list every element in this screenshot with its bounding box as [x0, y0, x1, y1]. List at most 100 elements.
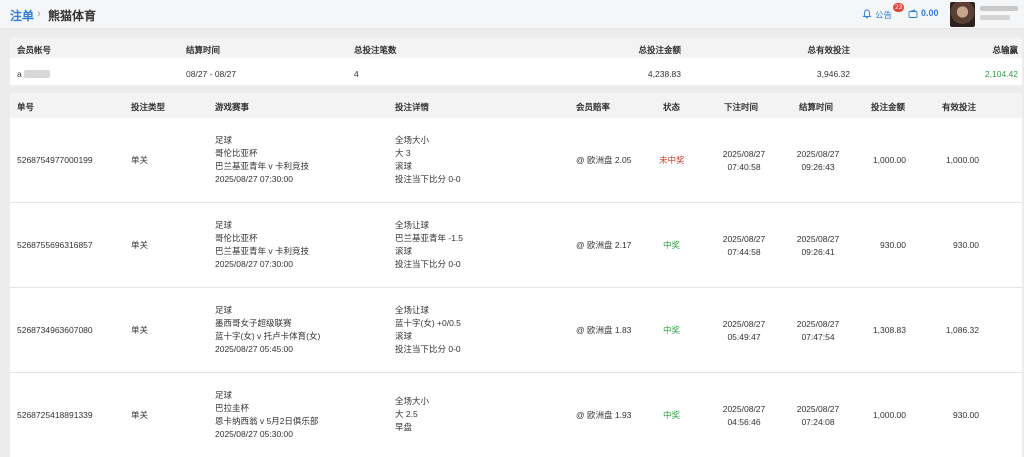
odds: @ 欧洲盘 1.83: [576, 325, 632, 335]
table-row[interactable]: 5268755696316857 单关 足球 哥伦比亚杯 巴兰基亚青年 v 卡利…: [10, 203, 1022, 288]
order-id: 5268754977000199: [17, 155, 93, 165]
summary-panel: 会员帐号 结算时间 总投注笔数 总投注金额 总有效投注 总输赢 a 08/27 …: [10, 38, 1022, 85]
detail-market: 全场让球: [395, 220, 430, 230]
account-redacted: [23, 70, 50, 78]
bet-detail: 全场大小 大 2.5 早盘: [395, 395, 429, 434]
detail-phase: 滚球: [395, 161, 413, 171]
summary-header-bet-count: 总投注笔数: [354, 45, 397, 55]
bet-clock: 05:49:47: [727, 332, 761, 342]
valid-amount: 930.00: [953, 410, 979, 420]
summary-header-settle-time: 结算时间: [186, 45, 221, 55]
event-match: 恩卡纳西翁 v 5月2日俱乐部: [215, 416, 319, 426]
detail-phase: 滚球: [395, 331, 413, 341]
bet-type: 单关: [131, 240, 149, 250]
settle-clock: 07:24:08: [801, 417, 835, 427]
top-bar: 注单 › 熊猫体育 公告 23 0.00: [0, 0, 1024, 29]
event-sport: 足球: [215, 220, 233, 230]
bet-date: 2025/08/27: [722, 149, 766, 159]
page-title: 熊猫体育: [48, 9, 97, 23]
settle-clock: 09:26:41: [801, 247, 835, 257]
event-start: 2025/08/27 05:30:00: [215, 429, 293, 439]
event-sport: 足球: [215, 135, 233, 145]
table-row[interactable]: 5268725418891339 单关 足球 巴拉圭杯 恩卡纳西翁 v 5月2日…: [10, 373, 1022, 457]
bet-detail: 全场大小 大 3 滚球 投注当下比分 0-0: [395, 134, 461, 186]
bet-clock: 07:40:58: [727, 162, 761, 172]
order-id: 5268755696316857: [17, 240, 93, 250]
event-league: 哥伦比亚杯: [215, 233, 258, 243]
bet-amount: 1,000.00: [872, 410, 906, 420]
col-valid: 有效投注: [942, 102, 977, 112]
summary-header-total-win: 总输赢: [992, 45, 1018, 55]
summary-account: a: [17, 69, 50, 79]
detail-score: 投注当下比分 0-0: [395, 174, 461, 184]
event-start: 2025/08/27 05:45:00: [215, 344, 293, 354]
detail-score: 投注当下比分 0-0: [395, 344, 461, 354]
summary-bet-count: 4: [354, 69, 359, 79]
settle-date: 2025/08/27: [796, 404, 840, 414]
odds: @ 欧洲盘 2.17: [576, 240, 632, 250]
summary-data-row: a 08/27 - 08/27 4 4,238.83 3,946.32 2,10…: [10, 63, 1022, 83]
bet-date: 2025/08/27: [722, 319, 766, 329]
table-row[interactable]: 5268754977000199 单关 足球 哥伦比亚杯 巴兰基亚青年 v 卡利…: [10, 118, 1022, 203]
odds: @ 欧洲盘 2.05: [576, 155, 632, 165]
summary-total-valid: 3,946.32: [816, 69, 850, 79]
detail-market: 全场大小: [395, 135, 430, 145]
bet-amount: 1,308.83: [872, 325, 906, 335]
detail-selection: 巴兰基亚青年 -1.5: [395, 233, 464, 243]
breadcrumb-bets-link[interactable]: 注单: [10, 7, 34, 24]
event-match: 巴兰基亚青年 v 卡利竞技: [215, 161, 309, 171]
bets-table: 单号 投注类型 游戏赛事 投注详情 会员赔率 状态 下注时间 结算时间 投注金额…: [10, 93, 1022, 457]
avatar[interactable]: [950, 2, 975, 27]
username-redacted: [980, 6, 1018, 11]
col-status: 状态: [663, 102, 681, 112]
event-league: 巴拉圭杯: [215, 403, 250, 413]
bets-table-header: 单号 投注类型 游戏赛事 投注详情 会员赔率 状态 下注时间 结算时间 投注金额…: [10, 93, 1022, 118]
event-info: 足球 哥伦比亚杯 巴兰基亚青年 v 卡利竞技 2025/08/27 07:30:…: [215, 219, 309, 271]
col-order-id: 单号: [17, 102, 35, 112]
valid-amount: 1,086.32: [945, 325, 979, 335]
detail-market: 全场大小: [395, 396, 430, 406]
bet-time: 2025/08/27 07:44:58: [714, 233, 774, 259]
col-settle-time: 结算时间: [799, 102, 834, 112]
summary-header-total-valid: 总有效投注: [807, 45, 850, 55]
event-league: 墨西哥女子超级联赛: [215, 318, 292, 328]
bet-date: 2025/08/27: [722, 404, 766, 414]
event-match: 巴兰基亚青年 v 卡利竞技: [215, 246, 309, 256]
table-row[interactable]: 5268734963607080 单关 足球 墨西哥女子超级联赛 蓝十字(女) …: [10, 288, 1022, 373]
bet-type: 单关: [131, 155, 149, 165]
event-info: 足球 巴拉圭杯 恩卡纳西翁 v 5月2日俱乐部 2025/08/27 05:30…: [215, 389, 318, 441]
odds: @ 欧洲盘 1.93: [576, 410, 632, 420]
notice-link[interactable]: 公告: [875, 9, 892, 21]
bet-time: 2025/08/27 04:56:46: [714, 403, 774, 429]
settle-clock: 07:47:54: [801, 332, 835, 342]
bet-amount: 1,000.00: [872, 155, 906, 165]
bell-icon[interactable]: [862, 9, 872, 19]
bet-type: 单关: [131, 410, 149, 420]
bet-detail: 全场让球 巴兰基亚青年 -1.5 滚球 投注当下比分 0-0: [395, 219, 463, 271]
bet-clock: 04:56:46: [727, 417, 761, 427]
event-start: 2025/08/27 07:30:00: [215, 174, 293, 184]
valid-amount: 1,000.00: [945, 155, 979, 165]
summary-header-row: 会员帐号 结算时间 总投注笔数 总投注金额 总有效投注 总输赢: [10, 38, 1022, 58]
order-id: 5268725418891339: [17, 410, 93, 420]
bet-detail: 全场让球 蓝十字(女) +0/0.5 滚球 投注当下比分 0-0: [395, 304, 461, 356]
notice-count-badge: 23: [893, 3, 905, 12]
event-info: 足球 墨西哥女子超级联赛 蓝十字(女) v 托卢卡体育(女) 2025/08/2…: [215, 304, 320, 356]
col-bet-type: 投注类型: [131, 102, 166, 112]
order-id: 5268734963607080: [17, 325, 93, 335]
bet-date: 2025/08/27: [722, 234, 766, 244]
bet-type: 单关: [131, 325, 149, 335]
event-info: 足球 哥伦比亚杯 巴兰基亚青年 v 卡利竞技 2025/08/27 07:30:…: [215, 134, 309, 186]
balance-value: 0.00: [921, 8, 939, 18]
col-odds: 会员赔率: [576, 102, 611, 112]
settle-date: 2025/08/27: [796, 234, 840, 244]
status-badge: 中奖: [663, 240, 681, 250]
username-redacted-secondary: [980, 15, 1010, 20]
settle-time: 2025/08/27 07:24:08: [788, 403, 848, 429]
breadcrumb-separator: ›: [37, 8, 41, 20]
status-badge: 中奖: [663, 325, 681, 335]
settle-date: 2025/08/27: [796, 149, 840, 159]
bet-clock: 07:44:58: [727, 247, 761, 257]
account-prefix: a: [17, 69, 22, 79]
event-match: 蓝十字(女) v 托卢卡体育(女): [215, 331, 321, 341]
